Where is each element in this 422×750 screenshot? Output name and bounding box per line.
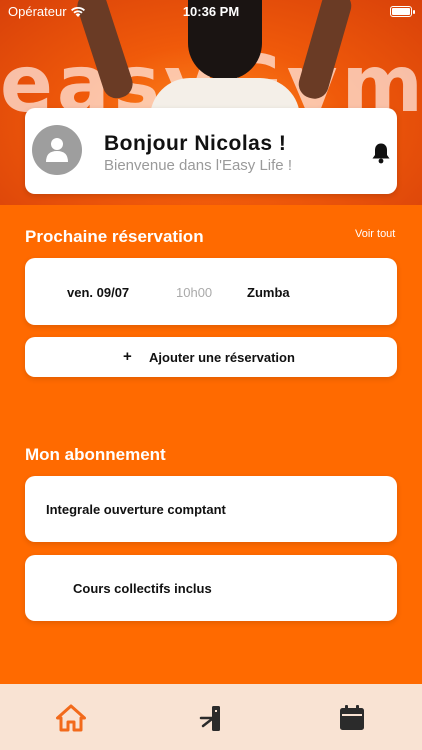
add-reservation-button[interactable]: + Ajouter une réservation xyxy=(25,337,397,377)
user-icon xyxy=(46,138,68,162)
next-reservation-card[interactable]: ven. 09/07 10h00 Zumba xyxy=(25,258,397,325)
reservations-section-title: Prochaine réservation xyxy=(25,227,204,246)
greeting-card: Bonjour Nicolas ! Bienvenue dans l'Easy … xyxy=(25,108,397,194)
status-time: 10:36 PM xyxy=(182,4,240,19)
reservation-date: ven. 09/07 xyxy=(67,285,130,300)
reservation-activity: Zumba xyxy=(247,285,290,300)
tab-bar xyxy=(0,684,422,750)
greeting-subtitle: Bienvenue dans l'Easy Life ! xyxy=(104,157,292,174)
turnstile-icon[interactable] xyxy=(198,704,228,732)
greeting-title: Bonjour Nicolas ! xyxy=(104,132,287,155)
subscription-plan-card[interactable]: Integrale ouverture comptant xyxy=(25,476,397,542)
bell-icon[interactable] xyxy=(371,142,391,164)
plus-icon: + xyxy=(123,348,132,365)
subscription-feature-card[interactable]: Cours collectifs inclus xyxy=(25,555,397,621)
avatar[interactable] xyxy=(32,125,82,175)
see-all-link[interactable]: Voir tout xyxy=(355,228,395,240)
add-reservation-label: Ajouter une réservation xyxy=(149,350,295,365)
status-bar: Opérateur 10:36 PM xyxy=(0,0,422,24)
subscription-section-title: Mon abonnement xyxy=(25,445,166,464)
battery-icon xyxy=(390,6,415,17)
subscription-feature: Cours collectifs inclus xyxy=(73,581,212,596)
reservation-time: 10h00 xyxy=(176,285,213,300)
calendar-icon[interactable] xyxy=(337,704,367,732)
home-icon[interactable] xyxy=(56,704,86,732)
subscription-plan: Integrale ouverture comptant xyxy=(46,502,226,517)
